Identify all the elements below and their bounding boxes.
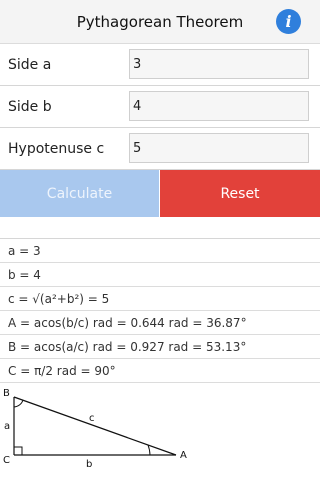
info-icon[interactable]: i (276, 9, 301, 34)
result-a: a = 3 (0, 239, 320, 263)
vertex-a-label: A (180, 450, 187, 461)
side-b-row: Side b (0, 86, 320, 128)
result-angle-a: A = acos(b/c) rad = 0.644 rad = 36.87° (0, 311, 320, 335)
reset-button[interactable]: Reset (159, 170, 320, 217)
app-header: Pythagorean Theorem i (0, 0, 320, 44)
angle-b-arc (13, 399, 24, 408)
side-a-label: Side a (8, 56, 52, 73)
result-c: c = √(a²+b²) = 5 (0, 287, 320, 311)
vertex-b-label: B (3, 388, 10, 399)
hypotenuse-c-label: Hypotenuse c (8, 140, 105, 157)
side-a-row: Side a (0, 44, 320, 86)
side-b-text: b (86, 459, 92, 470)
vertex-c-label: C (3, 455, 10, 466)
result-b: b = 4 (0, 263, 320, 287)
result-angle-c: C = π/2 rad = 90° (0, 359, 320, 383)
angle-a-arc (147, 444, 151, 456)
side-b-input[interactable] (129, 91, 309, 121)
side-a-text: a (4, 421, 10, 432)
right-angle-marker (14, 446, 23, 455)
side-c-text: c (89, 413, 95, 424)
triangle-diagram: B C A a b c (0, 383, 320, 483)
hypotenuse-c-input[interactable] (129, 133, 309, 163)
triangle-svg: B C A a b c (3, 388, 187, 470)
hypotenuse-c-row: Hypotenuse c (0, 128, 320, 170)
calculate-button[interactable]: Calculate (0, 170, 159, 217)
side-a-input[interactable] (129, 49, 309, 79)
action-buttons: Calculate Reset (0, 170, 320, 217)
results-divider (0, 217, 320, 239)
side-b-label: Side b (8, 98, 52, 115)
result-angle-b: B = acos(a/c) rad = 0.927 rad = 53.13° (0, 335, 320, 359)
side-c-line (13, 396, 177, 456)
page-title: Pythagorean Theorem (76, 12, 244, 31)
